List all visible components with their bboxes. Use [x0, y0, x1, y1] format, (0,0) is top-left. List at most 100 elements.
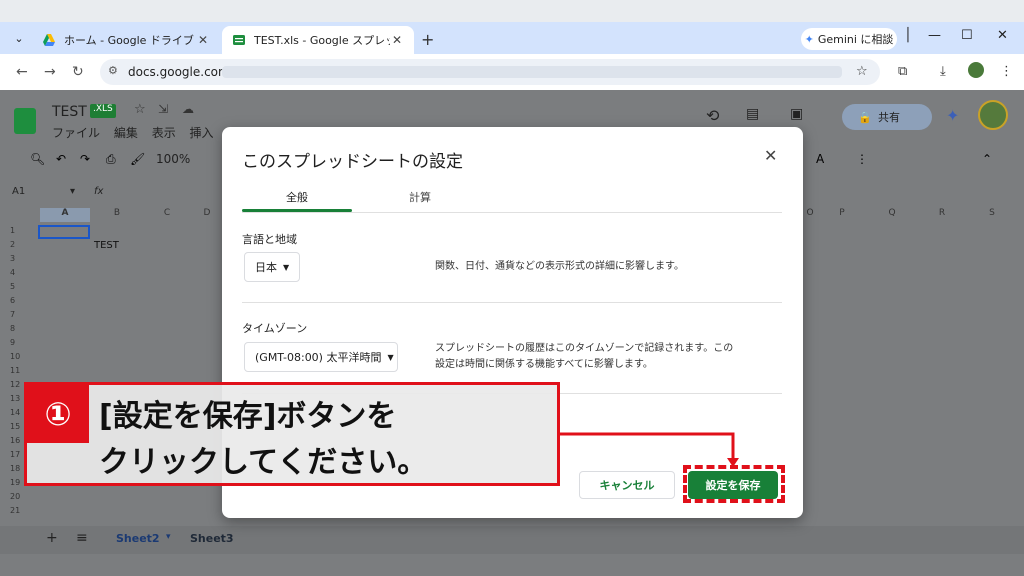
sheet-tab-sheet3[interactable]: Sheet3 — [190, 532, 234, 545]
extensions-icon[interactable]: ⧉ — [898, 64, 907, 79]
row-header[interactable]: 9 — [10, 338, 15, 347]
column-header-q[interactable]: Q — [867, 208, 917, 222]
print-icon[interactable]: ⎙ — [106, 152, 116, 167]
row-header[interactable]: 8 — [10, 324, 15, 333]
zoom-select[interactable]: 100% — [156, 152, 190, 166]
name-box-dropdown-icon[interactable]: ▾ — [70, 186, 75, 197]
divider — [242, 302, 782, 303]
row-header[interactable]: 2 — [10, 240, 15, 249]
star-icon[interactable]: ☆ — [134, 102, 146, 117]
cancel-button[interactable]: キャンセル — [579, 471, 675, 499]
back-icon[interactable]: ← — [16, 64, 28, 80]
row-header[interactable]: 12 — [10, 380, 20, 389]
collapse-menu-icon[interactable]: ⌃ — [982, 152, 992, 166]
tab-google-sheets[interactable]: TEST.xls - Google スプレッドシート ✕ — [222, 26, 414, 54]
search-menus-icon[interactable]: 🔍︎ — [30, 152, 45, 166]
row-header[interactable]: 5 — [10, 282, 15, 291]
column-header-p[interactable]: P — [817, 208, 867, 222]
dropdown-arrow-icon: ▼ — [283, 262, 290, 272]
name-box[interactable]: A1 — [12, 186, 25, 197]
column-header-r[interactable]: R — [917, 208, 967, 222]
bookmark-star-icon[interactable]: ☆ — [856, 64, 868, 79]
move-folder-icon[interactable]: ⇲ — [158, 102, 168, 116]
tab-strip: ⌄ ホーム - Google ドライブ ✕ TEST.xls - Google … — [0, 22, 1024, 54]
close-tab-icon[interactable]: ✕ — [390, 33, 404, 47]
gemini-button[interactable]: ✦ Gemini に相談 — [801, 28, 897, 50]
menu-insert[interactable]: 挿入 — [190, 126, 214, 140]
maximize-icon[interactable]: ☐ — [961, 28, 973, 43]
divider — [242, 212, 782, 213]
menu-edit[interactable]: 編集 — [114, 126, 138, 140]
row-header[interactable]: 16 — [10, 436, 20, 445]
locale-select[interactable]: 日本 ▼ — [244, 252, 300, 282]
fx-icon: fx — [94, 186, 104, 197]
menu-bar: ファイル 編集 表示 挿入 — [52, 124, 224, 141]
menu-icon[interactable]: ⋮ — [1000, 64, 1013, 79]
comments-icon[interactable]: ▤ — [746, 106, 759, 122]
row-header[interactable]: 6 — [10, 296, 15, 305]
tab-calculation[interactable]: 計算 — [372, 189, 468, 205]
minimize-icon[interactable]: — — [928, 28, 941, 43]
tab-google-drive[interactable]: ホーム - Google ドライブ ✕ — [32, 26, 220, 54]
all-sheets-icon[interactable]: ≡ — [76, 530, 88, 546]
locale-description: 関数、日付、通貨などの表示形式の詳細に影響します。 — [435, 261, 684, 272]
more-tools-icon[interactable]: ⋮ — [856, 152, 868, 166]
url-text: docs.google.com/ — [128, 65, 234, 79]
column-header-a[interactable]: A — [40, 208, 90, 222]
menu-file[interactable]: ファイル — [52, 126, 100, 140]
column-header-d[interactable]: D — [192, 208, 222, 222]
selected-cell-a1[interactable] — [38, 225, 90, 239]
row-header[interactable]: 14 — [10, 408, 20, 417]
row-header[interactable]: 3 — [10, 254, 15, 263]
document-title[interactable]: TEST — [52, 104, 87, 120]
tab-general[interactable]: 全般 — [242, 189, 352, 205]
row-header[interactable]: 21 — [10, 506, 20, 515]
column-header-s[interactable]: S — [967, 208, 1017, 222]
gemini-label: Gemini に相談 — [817, 33, 894, 46]
tab-search-dropdown-icon[interactable]: ⌄ — [9, 28, 29, 48]
row-header[interactable]: 20 — [10, 492, 20, 501]
row-header[interactable]: 18 — [10, 464, 20, 473]
row-header[interactable]: 10 — [10, 352, 20, 361]
close-icon[interactable]: ✕ — [764, 146, 777, 165]
timezone-value: (GMT-08:00) 太平洋時間 — [255, 351, 382, 364]
dropdown-arrow-icon: ▼ — [387, 352, 394, 362]
meet-icon[interactable]: ▣ — [790, 106, 803, 122]
menu-view[interactable]: 表示 — [152, 126, 176, 140]
row-header[interactable]: 11 — [10, 366, 20, 375]
new-tab-button[interactable]: + — [421, 30, 434, 49]
row-header[interactable]: 7 — [10, 310, 15, 319]
sheets-logo-icon[interactable] — [14, 108, 36, 134]
column-header-b[interactable]: B — [92, 208, 142, 222]
timezone-label: タイムゾーン — [242, 322, 308, 335]
cell-b2[interactable]: TEST — [94, 240, 119, 251]
sheet-tab-dropdown-icon[interactable]: ▾ — [166, 532, 171, 542]
profile-avatar[interactable] — [968, 62, 984, 78]
column-header-c[interactable]: C — [142, 208, 192, 222]
share-button[interactable]: 🔒 共有 — [842, 104, 932, 130]
row-header[interactable]: 4 — [10, 268, 15, 277]
column-header-o[interactable]: O — [803, 208, 817, 222]
row-header[interactable]: 19 — [10, 478, 20, 487]
site-info-icon[interactable]: ⚙ — [108, 64, 118, 77]
row-header[interactable]: 13 — [10, 394, 20, 403]
gemini-sheets-icon[interactable]: ✦ — [946, 106, 959, 125]
sheet-tab-sheet2[interactable]: Sheet2 — [116, 532, 160, 545]
text-color-icon[interactable]: A — [816, 152, 824, 166]
reload-icon[interactable]: ↻ — [72, 64, 84, 80]
account-avatar[interactable] — [978, 100, 1008, 130]
download-icon[interactable]: ⤓ — [940, 64, 946, 79]
browser-window: ⌄ ホーム - Google ドライブ ✕ TEST.xls - Google … — [0, 0, 1024, 576]
forward-icon[interactable]: → — [44, 64, 56, 80]
history-icon[interactable]: ⟲ — [706, 106, 719, 125]
row-header[interactable]: 17 — [10, 450, 20, 459]
close-window-icon[interactable]: ✕ — [997, 28, 1008, 43]
add-sheet-icon[interactable]: + — [46, 530, 58, 546]
paint-format-icon[interactable]: 🖌︎ — [130, 152, 145, 166]
row-header[interactable]: 1 — [10, 226, 15, 235]
redo-icon[interactable]: ↷ — [80, 152, 90, 166]
timezone-select[interactable]: (GMT-08:00) 太平洋時間 ▼ — [244, 342, 398, 372]
close-tab-icon[interactable]: ✕ — [196, 33, 210, 47]
undo-icon[interactable]: ↶ — [56, 152, 66, 166]
row-header[interactable]: 15 — [10, 422, 20, 431]
